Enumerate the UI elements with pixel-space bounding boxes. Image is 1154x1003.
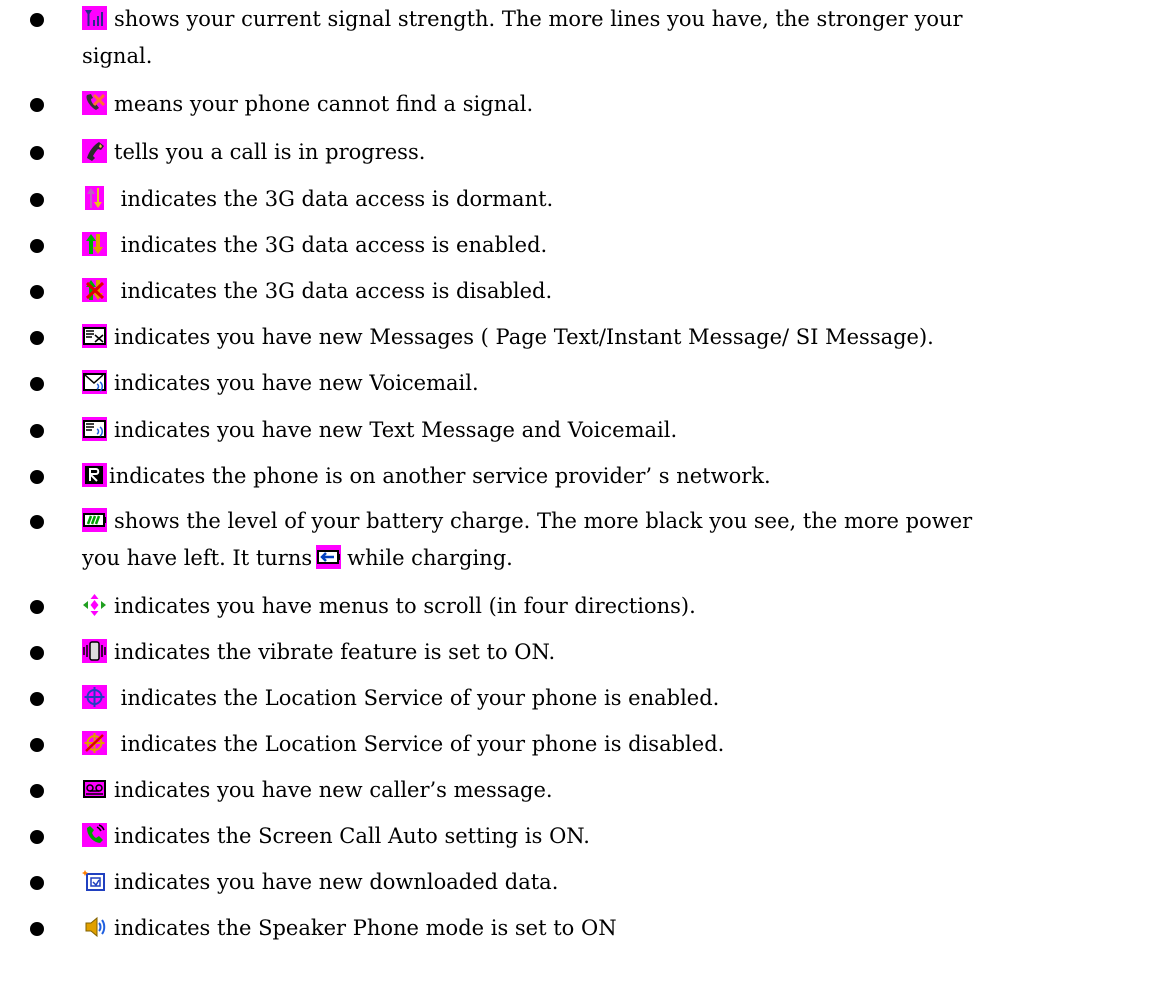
item-text: indicates you have new Text Message and …	[114, 418, 678, 442]
item-text: indicates you have menus to scroll (in f…	[114, 594, 696, 618]
bullet	[30, 830, 44, 844]
roaming-icon	[82, 463, 107, 487]
item-text-continued: signal.	[82, 44, 153, 68]
scroll-arrows-icon	[82, 593, 107, 617]
signal-strength-icon	[82, 6, 107, 30]
item-text: indicates the Speaker Phone mode is set …	[114, 916, 617, 940]
item-text: indicates you have new Voicemail.	[114, 371, 479, 395]
location-on-icon	[82, 685, 107, 709]
bullet	[30, 515, 44, 529]
bullet	[30, 146, 44, 160]
bullet	[30, 331, 44, 345]
bullet	[30, 377, 44, 391]
call-in-progress-icon	[82, 139, 107, 163]
item-text: indicates the 3G data access is enabled.	[114, 233, 548, 257]
screen-call-icon	[82, 823, 107, 847]
battery-icon	[82, 508, 107, 532]
bullet	[30, 98, 44, 112]
3g-dormant-icon	[82, 186, 107, 210]
item-text: indicates the Screen Call Auto setting i…	[114, 824, 590, 848]
bullet	[30, 193, 44, 207]
item-text: tells you a call is in progress.	[114, 140, 426, 164]
bullet	[30, 922, 44, 936]
text-and-voicemail-icon	[82, 417, 107, 441]
bullet	[30, 646, 44, 660]
speaker-phone-icon	[82, 915, 107, 939]
item-text: indicates you have new Messages ( Page T…	[114, 325, 934, 349]
bullet	[30, 13, 44, 27]
bullet	[30, 424, 44, 438]
item-text: indicates the phone is on another servic…	[109, 464, 771, 488]
new-message-icon	[82, 324, 107, 348]
item-text: indicates the 3G data access is dormant.	[114, 187, 554, 211]
bullet	[30, 285, 44, 299]
download-icon	[82, 869, 107, 893]
item-text: indicates the vibrate feature is set to …	[114, 640, 556, 664]
3g-enabled-icon	[82, 232, 107, 256]
item-text: indicates you have new caller’s message.	[114, 778, 553, 802]
item-text: indicates you have new downloaded data.	[114, 870, 559, 894]
vibrate-icon	[82, 639, 107, 663]
item-text: indicates the Location Service of your p…	[114, 686, 720, 710]
item-text-continued: you have left. It turns	[82, 546, 313, 570]
no-signal-icon	[82, 91, 107, 115]
location-off-icon	[82, 731, 107, 755]
bullet	[30, 470, 44, 484]
item-text-end: while charging.	[347, 546, 513, 570]
bullet	[30, 784, 44, 798]
3g-disabled-icon	[82, 278, 107, 302]
bullet	[30, 600, 44, 614]
item-text: indicates the Location Service of your p…	[114, 732, 725, 756]
bullet	[30, 876, 44, 890]
item-text: shows the level of your battery charge. …	[114, 509, 973, 533]
bullet	[30, 692, 44, 706]
caller-message-icon	[82, 777, 107, 801]
item-text: shows your current signal strength. The …	[114, 7, 963, 31]
bullet	[30, 738, 44, 752]
new-voicemail-icon	[82, 370, 107, 394]
charging-icon	[316, 545, 342, 569]
item-text: indicates the 3G data access is disabled…	[114, 279, 553, 303]
bullet	[30, 239, 44, 253]
item-text: means your phone cannot find a signal.	[114, 92, 534, 116]
